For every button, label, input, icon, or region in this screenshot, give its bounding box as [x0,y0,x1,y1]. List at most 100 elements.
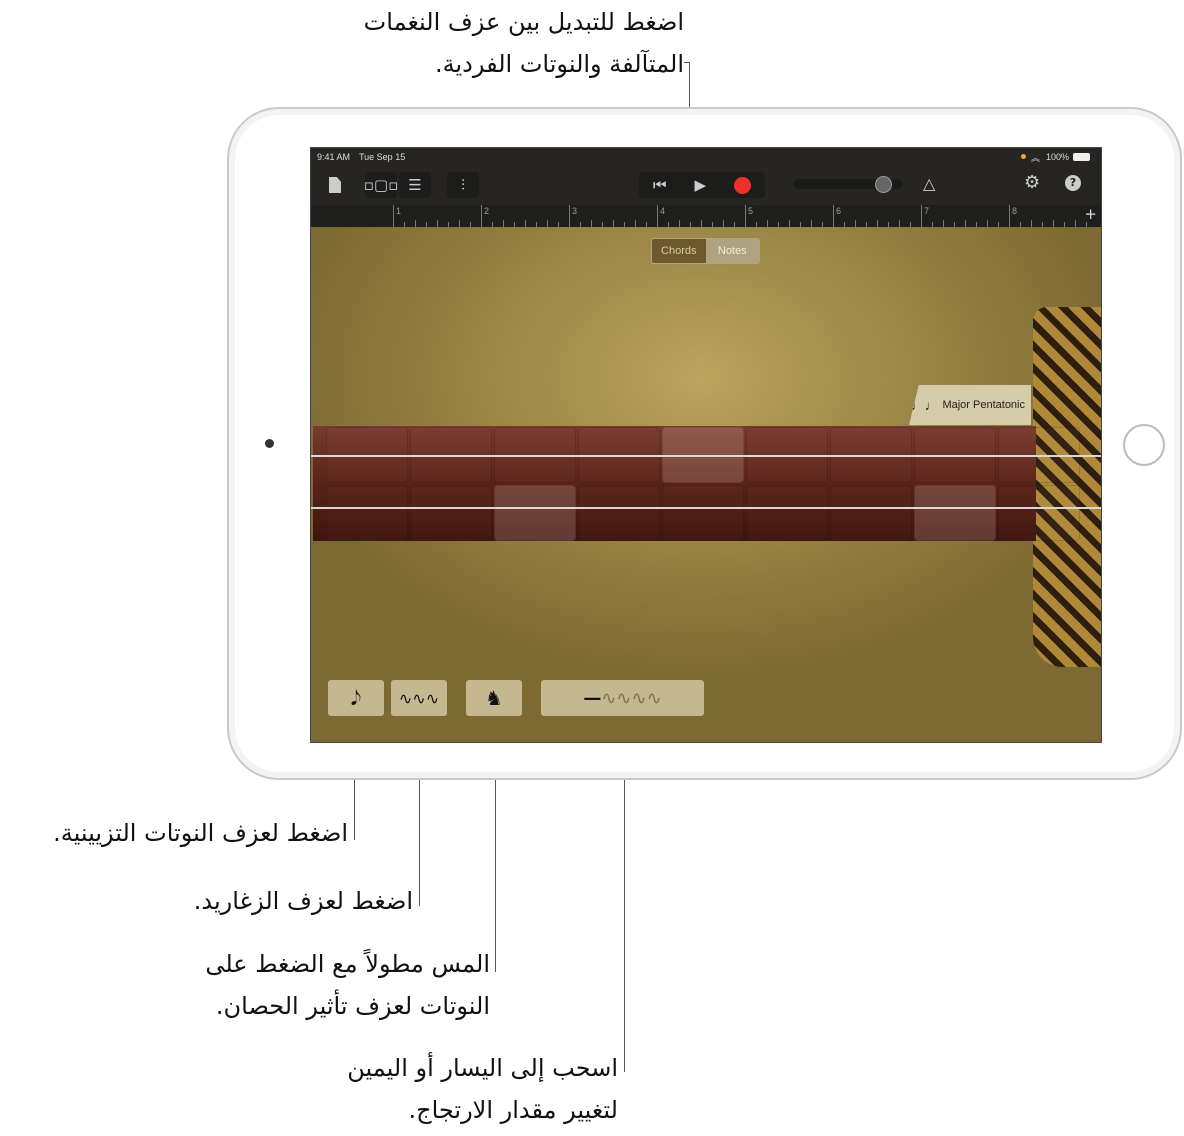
rewind-icon[interactable]: ⏮ [653,176,667,194]
callout-trill: اضغط لعزف الزغاريد. [193,887,413,915]
ruler-tick [943,220,944,227]
ruler-tick [965,220,966,227]
bar-number: 4 [660,206,666,216]
ruler-tick [613,220,614,227]
note-pad[interactable] [998,485,1080,541]
ruler-tick [393,205,394,227]
callout-line [684,62,690,63]
note-pad[interactable] [410,485,492,541]
string-1[interactable] [311,455,1101,457]
ruler-tick [987,220,988,227]
chords-tab[interactable]: Chords [652,239,706,263]
ruler[interactable]: + 1 2 3 4 5 6 7 8 [311,205,1101,227]
ruler-tick [415,220,416,227]
add-section-button[interactable]: + [1084,205,1097,223]
home-button[interactable] [1123,424,1165,466]
notes-icon: ♩♩ [910,397,939,413]
transport-controls: ⏮ ▶ [639,172,765,198]
note-pad[interactable] [326,485,408,541]
ruler-tick [789,220,790,227]
callout-text: اسحب إلى اليسار أو اليمين [347,1054,618,1082]
ruler-tick [877,220,878,227]
note-pad[interactable] [746,485,828,541]
toolbar: ▫▢▫ ☰ ⫶ ⏮ ▶ △ ⚙ ? [311,166,1101,204]
notes-tab[interactable]: Notes [705,239,759,263]
ruler-tick [1075,220,1076,227]
trill-icon: ∿∿∿ [398,688,440,708]
battery-percent: 100% [1046,152,1070,162]
battery-icon [1073,153,1090,161]
ruler-tick [855,220,856,227]
horse-button[interactable]: ♞ [466,680,522,716]
metronome-icon[interactable]: △ [923,174,935,193]
camera [265,439,274,448]
bar-number: 8 [1012,206,1018,216]
callout-ornament: اضغط لعزف النوتات التزيينية. [53,819,348,847]
ruler-tick [1031,220,1032,227]
ruler-tick [547,220,548,227]
ruler-tick [1009,205,1010,227]
document-icon[interactable] [323,172,347,198]
bar-number: 2 [484,206,490,216]
ruler-tick [921,205,922,227]
wifi-icon: ︽ [1031,153,1041,163]
trill-button[interactable]: ∿∿∿ [391,680,447,716]
settings-icon[interactable]: ⚙ [1024,172,1040,193]
scale-selector[interactable]: ♩♩ Major Pentatonic [909,385,1031,425]
callout-horse: المس مطولاً مع الضغط على النوتات لعزف تأ… [205,943,490,1027]
scale-label: Major Pentatonic [942,399,1025,411]
callout-text: اضغط للتبديل بين عزف النغمات [363,8,684,36]
ruler-tick [525,220,526,227]
ruler-tick [899,220,900,227]
note-pad[interactable] [830,485,912,541]
ruler-tick [591,220,592,227]
ruler-tick [811,220,812,227]
play-icon[interactable]: ▶ [694,176,706,194]
callout-text: المس مطولاً مع الضغط على [205,950,490,978]
view-toggle-icon[interactable]: ▫▢▫ [364,172,398,198]
callout-text: النوتات لعزف تأثير الحصان. [215,992,490,1020]
ruler-tick [723,220,724,227]
ruler-tick [1053,220,1054,227]
ruler-tick [701,220,702,227]
mixer-icon[interactable]: ⫶ [447,172,479,198]
ruler-tick [635,220,636,227]
volume-knob[interactable] [875,176,892,193]
help-icon[interactable]: ? [1065,175,1081,191]
note-pad[interactable] [662,485,744,541]
fretboard[interactable] [313,426,1036,541]
instrument-stage: Chords Notes ♩♩ Major Pentatonic 𝅘𝅥𝅮 ∿∿∿… [311,227,1101,742]
record-icon[interactable] [733,176,751,194]
horse-icon: ♞ [485,686,503,710]
string-2[interactable] [311,507,1101,509]
callout-text: لتغيير مقدار الارتجاج. [408,1096,618,1124]
status-time: 9:41 AM [317,152,351,162]
ruler-tick [833,205,834,227]
ruler-tick [481,205,482,227]
ruler-tick [459,220,460,227]
bar-number: 7 [924,206,930,216]
callout-text: المتآلفة والنوتات الفردية. [434,50,684,78]
ruler-tick [679,220,680,227]
grace-note-icon: 𝅘𝅥𝅮 [350,686,362,710]
bar-number: 3 [572,206,578,216]
ruler-tick [569,205,570,227]
privacy-dot [1021,154,1026,159]
note-pad[interactable] [494,485,576,541]
bar-number: 1 [396,206,402,216]
ruler-tick [745,205,746,227]
screen: 9:41 AM Tue Sep 15 ︽ 100% ▫▢▫ ☰ ⫶ ⏮ ▶ △ … [310,147,1102,743]
note-pad[interactable] [914,485,996,541]
callout-glide: اسحب إلى اليسار أو اليمين لتغيير مقدار ا… [347,1047,618,1131]
ornament-button[interactable]: 𝅘𝅥𝅮 [328,680,384,716]
tracks-view-icon[interactable]: ☰ [399,172,431,198]
vibrato-icon: —∿∿∿∿ [583,687,662,709]
volume-slider[interactable] [793,176,903,193]
note-pad[interactable] [578,485,660,541]
vibrato-slider[interactable]: —∿∿∿∿ [541,680,704,716]
bar-number: 5 [748,206,754,216]
chords-notes-toggle: Chords Notes [651,238,760,264]
callout-chords-notes: اضغط للتبديل بين عزف النغمات المتآلفة وا… [364,1,684,85]
ruler-tick [657,205,658,227]
bar-number: 6 [836,206,842,216]
